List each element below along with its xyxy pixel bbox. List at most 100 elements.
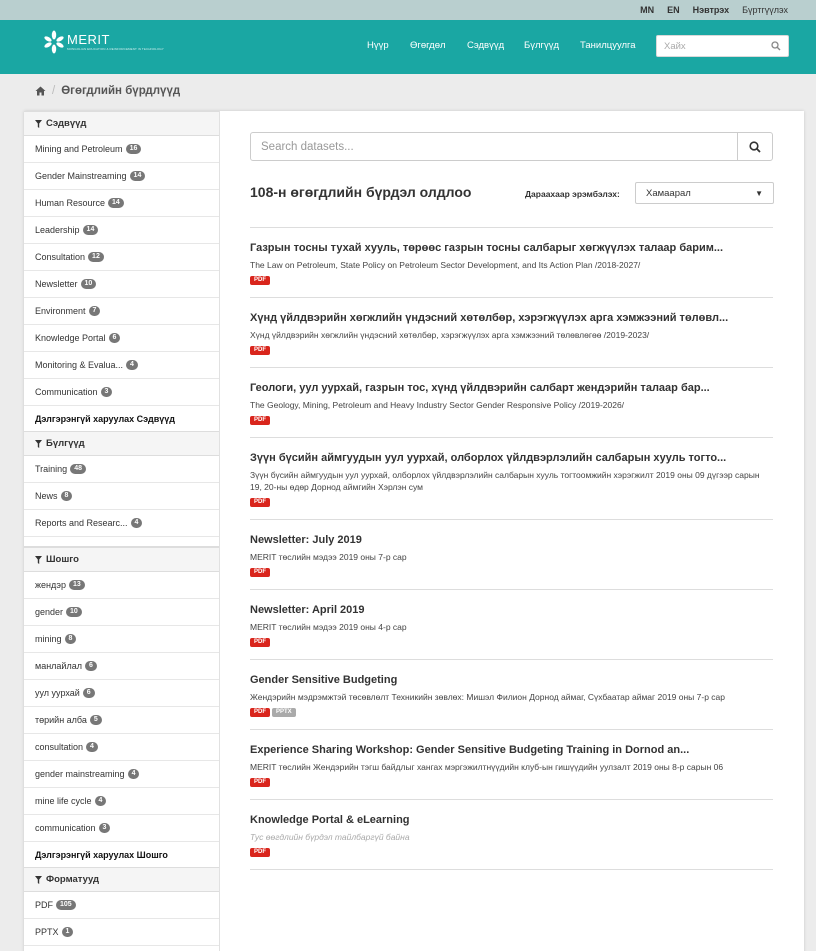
- count-badge: 4: [126, 360, 138, 370]
- dataset-description: MERIT төслийн мэдээ 2019 оны 4-р сар: [250, 622, 407, 632]
- format-badge[interactable]: PDF: [250, 498, 270, 507]
- facet-list-formats: PDF 105 PPTX 1: [24, 892, 219, 946]
- facet-item-label: Communication: [35, 387, 98, 397]
- format-badge[interactable]: PDF: [250, 848, 270, 857]
- count-badge: 8: [64, 634, 77, 644]
- dataset-title-link[interactable]: Gender Sensitive Budgeting: [250, 674, 773, 687]
- facet-item[interactable]: Leadership 14: [24, 217, 219, 244]
- facet-heading-label: Сэдвүүд: [46, 118, 87, 129]
- nav-link[interactable]: Бүлгүүд: [524, 40, 559, 51]
- facet-list-topics: Mining and Petroleum 16 Gender Mainstreami…: [24, 136, 219, 406]
- facet-heading-label: Бүлгүүд: [46, 438, 85, 449]
- format-badge[interactable]: PPTX: [272, 708, 296, 717]
- search-icon[interactable]: [771, 41, 781, 51]
- lang-mn-link[interactable]: MN: [640, 5, 654, 15]
- dataset-search-input[interactable]: Search datasets...: [251, 133, 737, 160]
- format-badge[interactable]: PDF: [250, 276, 270, 285]
- facet-item[interactable]: gender 10: [24, 599, 219, 626]
- count-badge: 14: [129, 171, 146, 181]
- format-badge[interactable]: PDF: [250, 778, 270, 787]
- facet-item-label: Gender Mainstreaming: [35, 171, 127, 181]
- facet-item[interactable]: Environment 7: [24, 298, 219, 325]
- section-spacer: [24, 537, 219, 547]
- facet-item[interactable]: Mining and Petroleum 16: [24, 136, 219, 163]
- breadcrumb-separator: /: [52, 85, 56, 97]
- facet-item[interactable]: Communication 3: [24, 379, 219, 406]
- facet-item[interactable]: mining 8: [24, 626, 219, 653]
- facet-item[interactable]: PPTX 1: [24, 919, 219, 946]
- dataset-list: Газрын тосны тухай хууль, төрөөс газрын …: [250, 227, 773, 870]
- facet-item[interactable]: Monitoring & Evalua... 4: [24, 352, 219, 379]
- format-badge[interactable]: PDF: [250, 568, 270, 577]
- format-badge[interactable]: PDF: [250, 638, 270, 647]
- register-link[interactable]: Бүртгүүлэх: [742, 5, 788, 15]
- dataset-item: Геологи, уул уурхай, газрын тос, хүнд үй…: [250, 368, 773, 438]
- facet-item[interactable]: Training 48: [24, 456, 219, 483]
- count-badge: 13: [68, 580, 85, 590]
- facet-item[interactable]: Consultation 12: [24, 244, 219, 271]
- facet-item[interactable]: News 8: [24, 483, 219, 510]
- facet-heading-label: Форматууд: [46, 874, 100, 885]
- facet-item-label: жендэр: [35, 580, 66, 590]
- lang-en-link[interactable]: EN: [667, 5, 680, 15]
- facet-item[interactable]: mine life cycle 4: [24, 788, 219, 815]
- nav-link[interactable]: Өгөгдөл: [410, 40, 446, 51]
- facet-item[interactable]: PDF 105: [24, 892, 219, 919]
- count-badge: 7: [88, 306, 101, 316]
- dataset-title-link[interactable]: Зүүн бүсийн аймгуудын уул уурхай, олборл…: [250, 452, 773, 465]
- nav-link[interactable]: Сэдвүүд: [467, 40, 504, 51]
- count-badge: 5: [89, 715, 102, 725]
- facet-item[interactable]: жендэр 13: [24, 572, 219, 599]
- format-badges: PDF: [250, 848, 773, 857]
- dataset-search-field[interactable]: Search datasets...: [250, 132, 773, 161]
- format-badges: PDF: [250, 638, 773, 647]
- results-count-heading: 108-н өгөгдлийн бүрдэл олдлоо: [250, 184, 472, 200]
- dataset-search-button[interactable]: [737, 133, 772, 160]
- facet-item[interactable]: Reports and Researc... 4: [24, 510, 219, 537]
- facet-item-label: Reports and Researc...: [35, 518, 128, 528]
- show-more-topics-link[interactable]: Дэлгэрэнгүй харуулах Сэдвүүд: [24, 406, 219, 431]
- facet-item[interactable]: төрийн алба 5: [24, 707, 219, 734]
- facet-item-label: consultation: [35, 742, 84, 752]
- login-link[interactable]: Нэвтрэх: [693, 5, 730, 15]
- filter-icon: [35, 439, 42, 448]
- show-more-tags-link[interactable]: Дэлгэрэнгүй харуулах Шошго: [24, 842, 219, 867]
- site-search-placeholder: Хайх: [664, 40, 686, 52]
- facet-item[interactable]: communication 3: [24, 815, 219, 842]
- sort-label: Дараахаар эрэмбэлэх:: [525, 189, 620, 199]
- format-badge[interactable]: PDF: [250, 416, 270, 425]
- facet-item-label: communication: [35, 823, 96, 833]
- facet-item-label: gender: [35, 607, 64, 617]
- facet-item[interactable]: gender mainstreaming 4: [24, 761, 219, 788]
- facet-item[interactable]: Human Resource 14: [24, 190, 219, 217]
- dataset-title-link[interactable]: Геологи, уул уурхай, газрын тос, хүнд үй…: [250, 382, 773, 395]
- dataset-title-link[interactable]: Experience Sharing Workshop: Gender Sens…: [250, 744, 773, 757]
- format-badges: PDF: [250, 778, 773, 787]
- facet-item[interactable]: Newsletter 10: [24, 271, 219, 298]
- format-badges: PDF: [250, 416, 773, 425]
- home-icon[interactable]: [35, 86, 46, 96]
- dataset-title-link[interactable]: Newsletter: April 2019: [250, 604, 773, 617]
- dataset-title-link[interactable]: Knowledge Portal & eLearning: [250, 814, 773, 827]
- breadcrumb-current[interactable]: Өгөгдлийн бүрдлүүд: [61, 85, 180, 97]
- facet-item-label: PPTX: [35, 927, 59, 937]
- dataset-title-link[interactable]: Газрын тосны тухай хууль, төрөөс газрын …: [250, 242, 773, 255]
- facet-item-label: Training: [35, 464, 68, 474]
- sort-select[interactable]: Хамаарал ▼: [635, 182, 774, 204]
- format-badge[interactable]: PDF: [250, 346, 270, 355]
- nav-link[interactable]: Нүүр: [367, 40, 389, 51]
- format-badge[interactable]: PDF: [250, 708, 270, 717]
- nav-link[interactable]: Танилцуулга: [580, 40, 636, 51]
- facet-item[interactable]: манлайлал 6: [24, 653, 219, 680]
- facet-item-label: gender mainstreaming: [35, 769, 125, 779]
- dataset-title-link[interactable]: Хүнд үйлдвэрийн хөгжлийн үндэсний хөтөлб…: [250, 312, 773, 325]
- site-search-input[interactable]: Хайх: [656, 35, 789, 57]
- facet-list-groups: Training 48 News 8 Reports and Researc... 4: [24, 456, 219, 537]
- dataset-description: Жендэрийн мэдрэмжтэй төсөвлөлт Техникийн…: [250, 692, 726, 702]
- dataset-title-link[interactable]: Newsletter: July 2019: [250, 534, 773, 547]
- facet-item[interactable]: Gender Mainstreaming 14: [24, 163, 219, 190]
- format-badges: PDF: [250, 498, 773, 507]
- facet-item[interactable]: Knowledge Portal 6: [24, 325, 219, 352]
- facet-item[interactable]: consultation 4: [24, 734, 219, 761]
- facet-item[interactable]: уул уурхай 6: [24, 680, 219, 707]
